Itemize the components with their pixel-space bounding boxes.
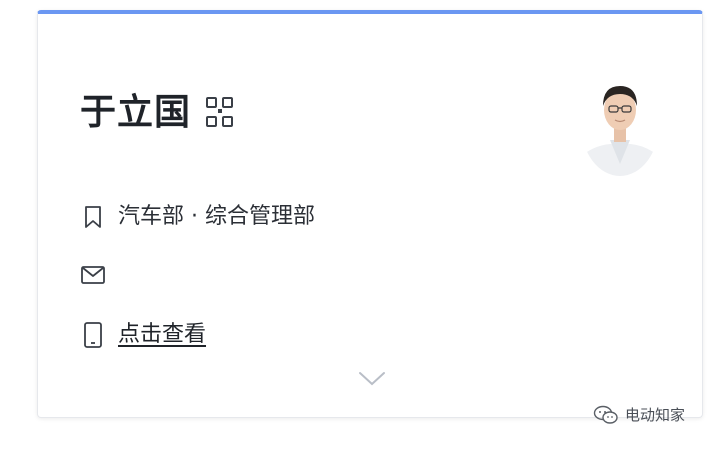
- watermark-text: 电动知家: [625, 406, 686, 424]
- chevron-down-icon[interactable]: [358, 371, 386, 387]
- watermark: 电动知家: [593, 404, 685, 425]
- phone-row: 点击查看: [80, 320, 206, 350]
- phone-icon: [84, 322, 102, 348]
- contact-card: 于立国 汽车部 · 综合管理部 点击查看: [37, 10, 703, 418]
- department-row: 汽车部 · 综合管理部: [80, 202, 315, 232]
- name-row: 于立国: [80, 90, 235, 136]
- wechat-icon: [593, 405, 618, 424]
- mail-icon: [81, 266, 105, 284]
- view-phone-link[interactable]: 点击查看: [118, 320, 206, 350]
- email-row: [80, 262, 106, 288]
- contact-name: 于立国: [80, 92, 192, 133]
- department-text: 汽车部 · 综合管理部: [118, 204, 315, 229]
- qr-code-icon[interactable]: [205, 95, 235, 131]
- bookmark-icon: [85, 206, 101, 228]
- avatar: [581, 72, 659, 176]
